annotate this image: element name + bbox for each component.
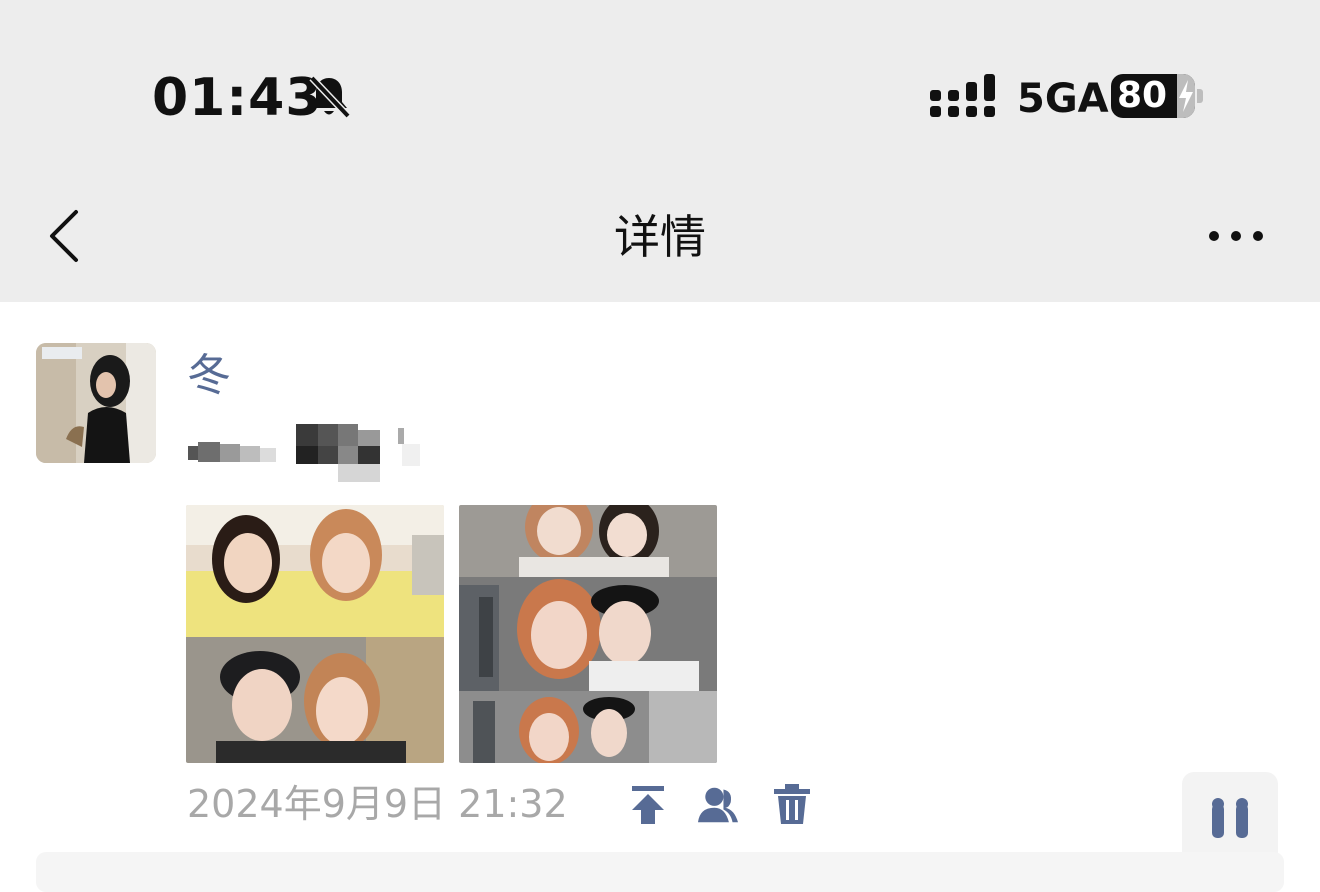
blurred-text — [188, 424, 420, 482]
avatar[interactable] — [36, 343, 156, 463]
post-photo-1[interactable] — [186, 505, 444, 763]
battery-level: 80 — [1117, 75, 1168, 116]
status-bar: 01:43 5GA 80 — [0, 0, 1320, 190]
more-horizontal-icon[interactable] — [1206, 226, 1266, 246]
nav-bar: 详情 — [0, 190, 1320, 302]
user-name[interactable]: 冬 — [187, 348, 231, 404]
network-type: 5GA — [1017, 76, 1109, 122]
status-time: 01:43 — [152, 68, 323, 128]
comment-area — [36, 852, 1284, 892]
visibility-people-icon[interactable] — [698, 784, 738, 826]
trash-icon[interactable] — [772, 784, 812, 826]
battery-indicator: 80 — [1111, 74, 1203, 120]
charging-bolt-icon — [1179, 80, 1193, 112]
signal-icon — [930, 74, 995, 117]
post-timestamp: 2024年9月9日 21:32 — [187, 782, 568, 826]
bell-muted-icon — [309, 75, 351, 119]
page-title: 详情 — [614, 210, 706, 264]
pin-top-icon[interactable] — [628, 784, 668, 826]
post-photo-2[interactable] — [459, 505, 717, 763]
